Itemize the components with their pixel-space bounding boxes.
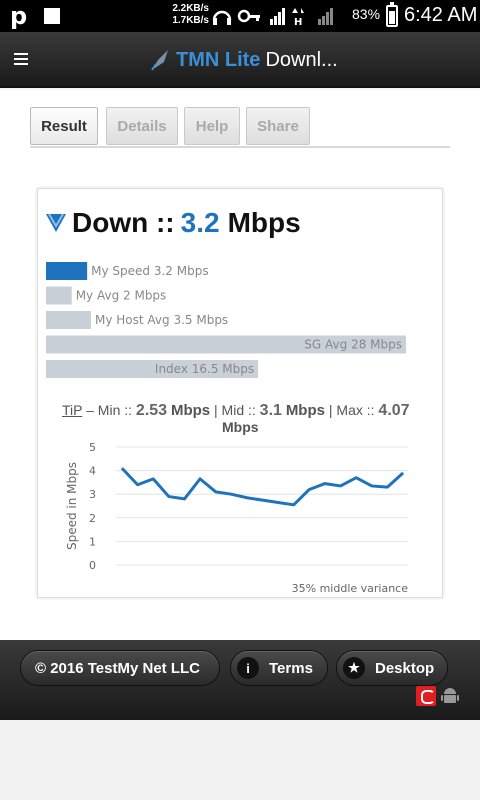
speed-bar-label: Index 16.5 Mbps: [155, 362, 254, 376]
speed-bar-label: My Host Avg 3.5 Mbps: [95, 313, 228, 327]
tab-result[interactable]: Result: [30, 107, 98, 145]
speed-bar-label: My Speed 3.2 Mbps: [91, 264, 208, 278]
rocket-logo-icon: [151, 50, 168, 71]
tip-min-value: 2.53: [135, 402, 168, 419]
headset-icon: [212, 10, 232, 25]
data-point: [168, 496, 170, 498]
main-content: Result Details Help Share My Speed 3.2 M…: [0, 90, 480, 640]
data-point: [355, 477, 357, 479]
data-arrows-icon: H: [292, 8, 304, 28]
terms-button[interactable]: i Terms: [230, 650, 328, 686]
data-point: [402, 472, 404, 474]
speed-bar-label: My Avg 2 Mbps: [76, 289, 167, 303]
terms-label: Terms: [269, 659, 313, 677]
desktop-button[interactable]: ★ Desktop: [336, 650, 448, 686]
app-header: TMN Lite Downl...: [0, 32, 480, 88]
notification-app-icon: p: [10, 2, 28, 30]
tip-summary: TiP – Min :: 2.53 Mbps | Mid :: 3.1 Mbps…: [62, 402, 410, 420]
down-arrow-icon: [46, 213, 66, 232]
bottom-blank-area: [0, 720, 480, 800]
tip-mid-unit: Mbps: [285, 402, 325, 419]
clock: 6:42 AM: [404, 4, 478, 26]
variance-annotation: 35% middle variance: [292, 582, 409, 595]
speed-line: [120, 467, 405, 507]
result-graphics: My Speed 3.2 Mbps My Avg 2 Mbps My Host Av…: [46, 262, 409, 595]
data-point: [230, 493, 232, 495]
app-title-rest: Downl...: [265, 48, 338, 71]
tab-divider: [30, 146, 450, 148]
y-tick-label: 4: [89, 465, 96, 478]
status-bar: p 2.2KB/s 1.7KB/s H 83% 6:42 AM: [0, 0, 480, 32]
battery-icon: [386, 2, 398, 27]
y-tick-label: 5: [89, 441, 96, 454]
data-point: [308, 488, 310, 490]
tip-mid-value: 3.1: [259, 402, 282, 419]
data-point: [340, 485, 342, 487]
tab-help[interactable]: Help: [184, 107, 240, 145]
data-point: [277, 501, 279, 503]
y-tick-label: 1: [89, 535, 96, 548]
signal-icon: [270, 8, 285, 25]
signal-weak-icon: [318, 8, 333, 25]
data-point: [293, 504, 295, 506]
battery-percent: 83%: [352, 6, 381, 22]
tab-details[interactable]: Details: [106, 107, 178, 145]
notification-square-icon: [44, 8, 60, 24]
speed-headline: Down :: 3.2 Mbps: [46, 207, 301, 239]
tab-bar: Result Details Help Share: [30, 107, 450, 147]
data-point: [324, 483, 326, 485]
key-icon: [237, 9, 260, 23]
net-up-speed: 2.2KB/s: [172, 3, 209, 14]
y-tick-label: 0: [89, 559, 96, 572]
star-icon: ★: [343, 657, 365, 679]
net-down-speed: 1.7KB/s: [172, 15, 209, 26]
data-point: [199, 478, 201, 480]
data-point: [386, 486, 388, 488]
tip-max-label: | Max ::: [328, 402, 375, 418]
android-icon: [441, 688, 459, 703]
network-speed: 2.2KB/s 1.7KB/s: [163, 3, 209, 27]
tip-label: TiP: [62, 402, 83, 418]
speed-bar-label: SG Avg 28 Mbps: [304, 338, 402, 352]
tab-share[interactable]: Share: [246, 107, 310, 145]
data-point: [215, 491, 217, 493]
data-point: [246, 497, 248, 499]
status-icons: H: [212, 8, 333, 28]
app-title-brand: TMN Lite: [176, 48, 261, 71]
tip-min-label: – Min ::: [86, 402, 133, 418]
speed-bar: [46, 286, 72, 305]
tip-max-unit: Mbps: [222, 419, 259, 435]
data-point: [137, 484, 139, 486]
speed-unit: Mbps: [227, 207, 301, 238]
result-card: My Speed 3.2 Mbps My Avg 2 Mbps My Host Av…: [37, 188, 443, 598]
tip-mid-label: | Mid ::: [214, 402, 256, 418]
y-axis-label: Speed in Mbps: [65, 462, 79, 550]
singapore-flag-icon: [416, 686, 436, 706]
data-point: [183, 498, 185, 500]
speed-direction: Down ::: [72, 207, 175, 238]
tip-min-unit: Mbps: [170, 402, 211, 419]
data-point: [152, 478, 154, 480]
desktop-label: Desktop: [375, 659, 435, 677]
footer: © 2016 TestMy Net LLC i Terms ★ Desktop: [0, 640, 480, 720]
speed-bar: [46, 311, 91, 329]
speed-bar: [46, 262, 88, 280]
tip-max-value: 4.07: [378, 402, 410, 419]
y-tick-label: 3: [89, 488, 96, 501]
data-point: [121, 467, 123, 469]
data-point: [371, 485, 373, 487]
app-title: TMN Lite Downl...: [150, 46, 338, 74]
copyright-button[interactable]: © 2016 TestMy Net LLC: [20, 650, 220, 686]
data-point: [262, 499, 263, 501]
y-tick-label: 2: [89, 512, 96, 525]
menu-icon[interactable]: [14, 53, 28, 65]
info-icon: i: [237, 657, 259, 679]
battery-fill: [389, 11, 395, 24]
svg-text:H: H: [294, 17, 302, 28]
speed-value: 3.2: [180, 207, 220, 238]
